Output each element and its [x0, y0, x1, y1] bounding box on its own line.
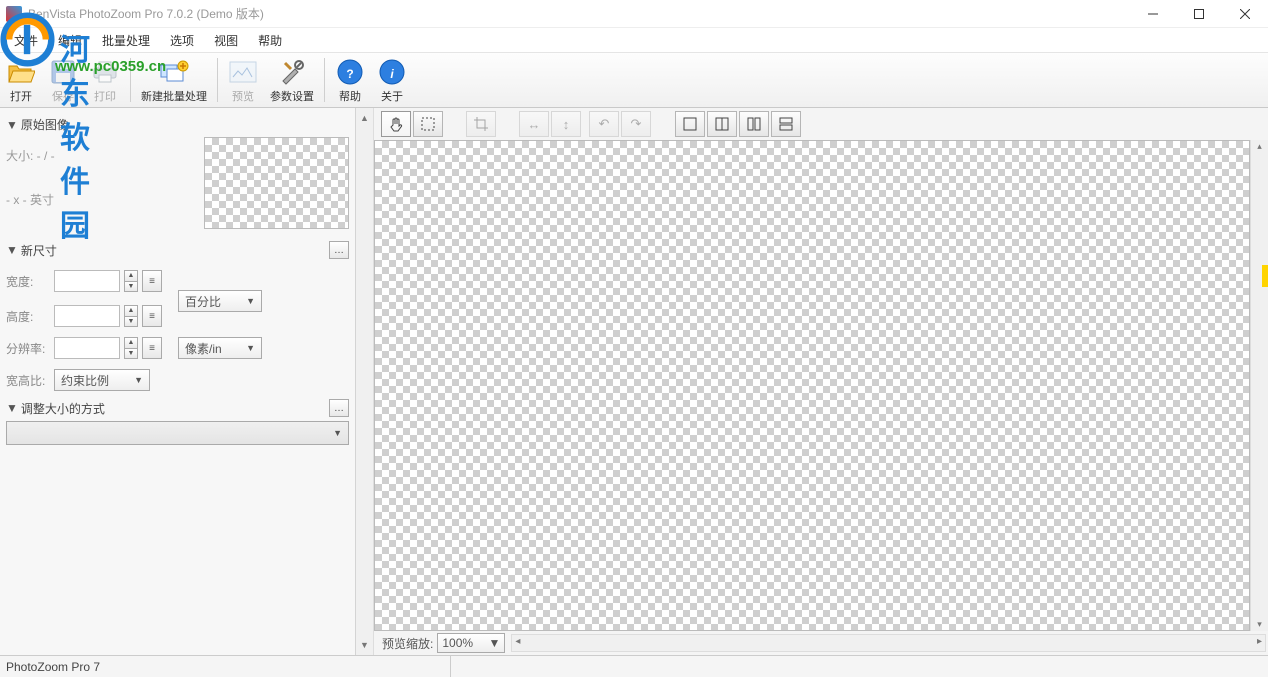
- resolution-label: 分辨率:: [6, 340, 50, 357]
- collapse-triangle-icon: ▼: [6, 243, 18, 257]
- new-size-section-header[interactable]: ▼ 新尺寸 …: [6, 241, 349, 259]
- settings-button[interactable]: 参数设置: [264, 53, 320, 107]
- window-edge-handle[interactable]: [1262, 265, 1268, 287]
- info-icon: i: [377, 57, 407, 87]
- menu-batch[interactable]: 批量处理: [92, 29, 160, 52]
- height-spinner[interactable]: ▲▼: [124, 305, 138, 327]
- original-dims-label: - x - 英寸: [6, 187, 196, 213]
- view-split-horizontal-button[interactable]: [771, 111, 801, 137]
- resize-method-more-button[interactable]: …: [329, 399, 349, 417]
- app-icon: [6, 6, 22, 22]
- crop-button[interactable]: [466, 111, 496, 137]
- floppy-icon: [48, 57, 78, 87]
- height-link-button[interactable]: ≡: [142, 305, 162, 327]
- window-title: BenVista PhotoZoom Pro 7.0.2 (Demo 版本): [28, 5, 1130, 22]
- original-thumbnail: [204, 137, 349, 229]
- sidebar-scrollbar[interactable]: ▲▼: [356, 108, 374, 655]
- about-button[interactable]: i 关于: [371, 53, 413, 107]
- resolution-spinner[interactable]: ▲▼: [124, 337, 138, 359]
- original-size-label: 大小: - / -: [6, 143, 196, 169]
- resize-method-combo[interactable]: ▼: [6, 421, 349, 445]
- printer-icon: [90, 57, 120, 87]
- preview-footer: 预览缩放: 100%▼: [374, 631, 1268, 655]
- original-image-section-header[interactable]: ▼ 原始图像: [6, 116, 349, 133]
- height-input[interactable]: [54, 305, 120, 327]
- toolbar-separator: [324, 58, 325, 102]
- preview-pane: ↔ ↕ ↶ ↷ 预览缩放: 100%▼: [374, 108, 1268, 655]
- preview-toolbar: ↔ ↕ ↶ ↷: [374, 108, 1268, 140]
- collapse-triangle-icon: ▼: [6, 401, 18, 415]
- tools-icon: [277, 57, 307, 87]
- preview-canvas[interactable]: [374, 140, 1250, 631]
- save-button[interactable]: 保存: [42, 53, 84, 107]
- zoom-combo[interactable]: 100%▼: [437, 633, 505, 653]
- resolution-input[interactable]: [54, 337, 120, 359]
- new-batch-button[interactable]: 新建批量处理: [135, 53, 213, 107]
- view-single-button[interactable]: [675, 111, 705, 137]
- width-link-button[interactable]: ≡: [142, 270, 162, 292]
- status-separator: [450, 656, 451, 677]
- preview-icon: [228, 57, 258, 87]
- menu-options[interactable]: 选项: [160, 29, 204, 52]
- print-button[interactable]: 打印: [84, 53, 126, 107]
- preview-horizontal-scrollbar[interactable]: [511, 634, 1266, 652]
- menu-view[interactable]: 视图: [204, 29, 248, 52]
- svg-text:?: ?: [346, 67, 353, 81]
- flip-horizontal-button[interactable]: ↔: [519, 111, 549, 137]
- rotate-left-button[interactable]: ↶: [589, 111, 619, 137]
- width-label: 宽度:: [6, 273, 50, 290]
- window-maximize-button[interactable]: [1176, 0, 1222, 28]
- unit-combo[interactable]: 百分比▼: [178, 290, 262, 312]
- open-button[interactable]: 打开: [0, 53, 42, 107]
- height-label: 高度:: [6, 308, 50, 325]
- help-icon: ?: [335, 57, 365, 87]
- preview-button[interactable]: 预览: [222, 53, 264, 107]
- menu-file[interactable]: 文件: [4, 29, 48, 52]
- resize-method-section-header[interactable]: ▼ 调整大小的方式 …: [6, 399, 349, 417]
- toolbar-separator: [130, 58, 131, 102]
- window-titlebar: BenVista PhotoZoom Pro 7.0.2 (Demo 版本): [0, 0, 1268, 28]
- toolbar-separator: [217, 58, 218, 102]
- menu-edit[interactable]: 编辑: [48, 29, 92, 52]
- zoom-label: 预览缩放:: [382, 635, 433, 652]
- batch-icon: [159, 57, 189, 87]
- view-split-center-button[interactable]: [707, 111, 737, 137]
- resolution-unit-combo[interactable]: 像素/in▼: [178, 337, 262, 359]
- status-bar: PhotoZoom Pro 7: [0, 655, 1268, 677]
- menu-help[interactable]: 帮助: [248, 29, 292, 52]
- preview-vertical-scrollbar[interactable]: [1250, 140, 1268, 631]
- resolution-link-button[interactable]: ≡: [142, 337, 162, 359]
- aspect-label: 宽高比:: [6, 372, 50, 389]
- status-product: PhotoZoom Pro 7: [6, 660, 100, 674]
- width-spinner[interactable]: ▲▼: [124, 270, 138, 292]
- window-close-button[interactable]: [1222, 0, 1268, 28]
- marquee-tool-button[interactable]: [413, 111, 443, 137]
- collapse-triangle-icon: ▼: [6, 118, 18, 132]
- folder-open-icon: [6, 57, 36, 87]
- new-size-more-button[interactable]: …: [329, 241, 349, 259]
- chevron-down-icon: ▼: [488, 636, 500, 650]
- width-input[interactable]: [54, 270, 120, 292]
- menu-bar: 文件 编辑 批量处理 选项 视图 帮助: [0, 28, 1268, 52]
- left-sidebar: ▼ 原始图像 大小: - / - - x - 英寸 ▼ 新尺寸 … 宽度: ▲▼…: [0, 108, 356, 655]
- view-split-vertical-button[interactable]: [739, 111, 769, 137]
- main-toolbar: 打开 保存 打印 新建批量处理 预览 参数设置 ? 帮助: [0, 52, 1268, 108]
- aspect-combo[interactable]: 约束比例▼: [54, 369, 150, 391]
- flip-vertical-button[interactable]: ↕: [551, 111, 581, 137]
- rotate-right-button[interactable]: ↷: [621, 111, 651, 137]
- hand-tool-button[interactable]: [381, 111, 411, 137]
- help-button[interactable]: ? 帮助: [329, 53, 371, 107]
- window-minimize-button[interactable]: [1130, 0, 1176, 28]
